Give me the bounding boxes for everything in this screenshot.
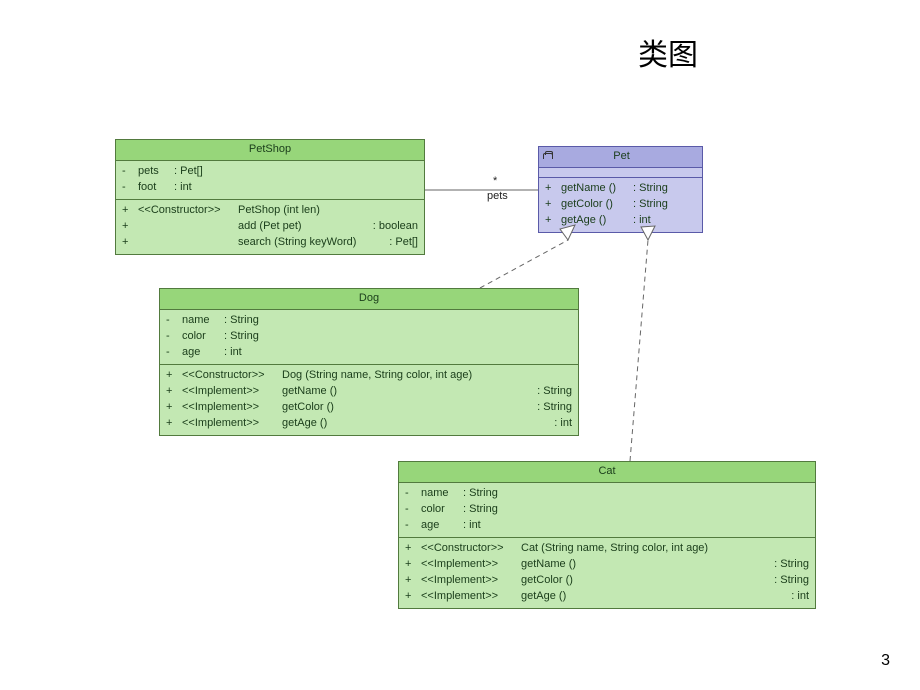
class-petshop-attrs: -pets: Pet[] -foot: int bbox=[116, 161, 424, 200]
attr-row: -age: int bbox=[405, 518, 809, 534]
attr-row: -age: int bbox=[166, 345, 572, 361]
op-row: +<<Constructor>>PetShop (int len) bbox=[122, 203, 418, 219]
op-row: +getColor (): String bbox=[545, 197, 696, 213]
class-cat-name: Cat bbox=[399, 462, 815, 483]
interface-pet-name: Pet bbox=[559, 149, 698, 165]
op-row: +<<Implement>>getName (): String bbox=[166, 384, 572, 400]
op-row: +<<Implement>>getName (): String bbox=[405, 557, 809, 573]
interface-pet-attrs bbox=[539, 168, 702, 178]
op-row: +<<Implement>>getColor (): String bbox=[405, 573, 809, 589]
attr-row: -name: String bbox=[405, 486, 809, 502]
class-petshop-ops: +<<Constructor>>PetShop (int len) +add (… bbox=[116, 200, 424, 254]
class-dog: Dog -name: String -color: String -age: i… bbox=[159, 288, 579, 436]
diagram-title: 类图 bbox=[638, 30, 698, 74]
assoc-multiplicity: * bbox=[493, 175, 497, 187]
op-row: +search (String keyWord): Pet[] bbox=[122, 235, 418, 251]
class-dog-attrs: -name: String -color: String -age: int bbox=[160, 310, 578, 365]
class-petshop: PetShop -pets: Pet[] -foot: int +<<Const… bbox=[115, 139, 425, 255]
op-row: +<<Implement>>getAge (): int bbox=[166, 416, 572, 432]
class-dog-name: Dog bbox=[160, 289, 578, 310]
class-petshop-name: PetShop bbox=[116, 140, 424, 161]
interface-pet: Pet +getName (): String +getColor (): St… bbox=[538, 146, 703, 233]
op-row: +getName (): String bbox=[545, 181, 696, 197]
op-row: +<<Implement>>getAge (): int bbox=[405, 589, 809, 605]
class-cat: Cat -name: String -color: String -age: i… bbox=[398, 461, 816, 609]
attr-row: -pets: Pet[] bbox=[122, 164, 418, 180]
class-dog-ops: +<<Constructor>>Dog (String name, String… bbox=[160, 365, 578, 435]
assoc-role: pets bbox=[487, 190, 508, 202]
op-row: +getAge (): int bbox=[545, 213, 696, 229]
attr-row: -foot: int bbox=[122, 180, 418, 196]
op-row: +<<Implement>>getColor (): String bbox=[166, 400, 572, 416]
class-cat-ops: +<<Constructor>>Cat (String name, String… bbox=[399, 538, 815, 608]
attr-row: -color: String bbox=[405, 502, 809, 518]
op-row: +add (Pet pet): boolean bbox=[122, 219, 418, 235]
interface-icon bbox=[543, 153, 553, 159]
attr-row: -color: String bbox=[166, 329, 572, 345]
attr-row: -name: String bbox=[166, 313, 572, 329]
op-row: +<<Constructor>>Dog (String name, String… bbox=[166, 368, 572, 384]
page-number: 3 bbox=[881, 652, 890, 670]
interface-pet-header: Pet bbox=[539, 147, 702, 168]
interface-pet-ops: +getName (): String +getColor (): String… bbox=[539, 178, 702, 232]
class-cat-attrs: -name: String -color: String -age: int bbox=[399, 483, 815, 538]
op-row: +<<Constructor>>Cat (String name, String… bbox=[405, 541, 809, 557]
